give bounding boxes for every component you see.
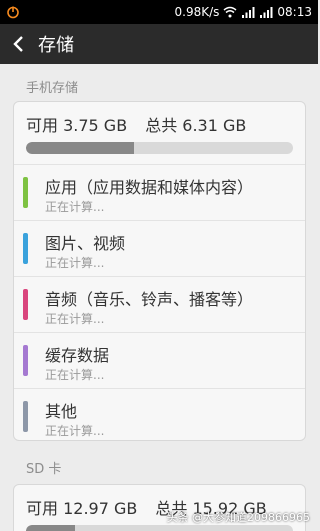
storage-item-label: 缓存数据 [45,346,110,365]
storage-item-label: 音频（音乐、铃声、播客等） [45,290,254,309]
clock: 08:13 [277,5,312,19]
storage-item-cache[interactable]: 缓存数据 正在计算... [14,332,305,388]
other-color-bar [23,401,28,432]
signal-icon-2 [259,6,273,18]
status-left [6,5,20,19]
wifi-icon [223,6,237,18]
storage-item-status: 正在计算... [45,368,105,382]
storage-item-other[interactable]: 其他 正在计算... [14,388,305,440]
audio-color-bar [23,289,28,320]
phone-total: 总共 6.31 GB [145,116,247,135]
page-title: 存储 [38,35,74,56]
storage-item-photos[interactable]: 图片、视频 正在计算... [14,220,305,276]
power-icon [6,5,20,19]
apps-color-bar [23,177,28,208]
storage-item-label: 应用（应用数据和媒体内容） [45,178,254,197]
cache-color-bar [23,345,28,376]
photos-color-bar [23,233,28,264]
phone-storage-summary: 可用 3.75 GB 总共 6.31 GB [14,102,305,142]
sd-available: 可用 12.97 GB [26,499,138,518]
storage-item-status: 正在计算... [45,200,105,214]
storage-item-audio[interactable]: 音频（音乐、铃声、播客等） 正在计算... [14,276,305,332]
phone-storage-card: 可用 3.75 GB 总共 6.31 GB 应用（应用数据和媒体内容） 正在计算… [13,101,306,441]
sd-storage-progress-fill [26,525,76,531]
section-header-phone: 手机存储 [26,81,79,96]
watermark: 头条 @大参知道209866965 [166,511,310,524]
title-bar: 存储 [0,24,318,64]
phone-storage-progress [26,142,293,154]
section-header-sd: SD 卡 [26,462,62,477]
status-bar: 0.98K/s 08:13 [0,0,318,24]
status-right: 0.98K/s 08:13 [175,5,312,19]
signal-icon [241,6,255,18]
storage-item-status: 正在计算... [45,312,105,326]
network-speed: 0.98K/s [174,5,220,19]
phone-available: 可用 3.75 GB [26,116,128,135]
sd-storage-progress [26,525,293,531]
storage-item-apps[interactable]: 应用（应用数据和媒体内容） 正在计算... [14,164,305,220]
storage-item-label: 图片、视频 [45,234,126,253]
chevron-left-icon[interactable] [10,35,28,53]
storage-item-status: 正在计算... [45,256,105,270]
storage-item-status: 正在计算... [45,424,105,438]
storage-item-label: 其他 [45,402,78,421]
phone-storage-progress-fill [26,142,135,154]
